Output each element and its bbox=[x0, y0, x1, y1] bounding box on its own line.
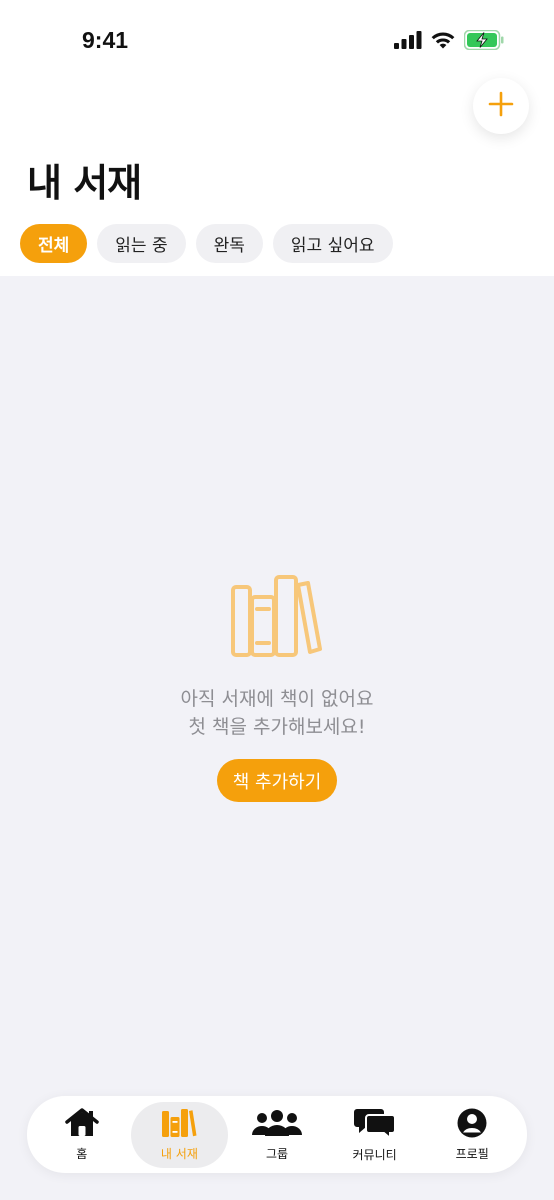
books-icon bbox=[230, 575, 324, 663]
tab-community-label: 커뮤니티 bbox=[352, 1147, 397, 1162]
tab-home[interactable]: 홈 bbox=[33, 1102, 131, 1168]
filter-tab-reading[interactable]: 읽는 중 bbox=[97, 224, 186, 263]
add-book-cta-button[interactable]: 책 추가하기 bbox=[216, 759, 338, 802]
tab-group-label: 그룹 bbox=[265, 1146, 289, 1161]
home-icon bbox=[64, 1107, 100, 1142]
tab-home-label: 홈 bbox=[76, 1146, 88, 1161]
books-icon bbox=[161, 1108, 197, 1142]
plus-icon bbox=[488, 91, 514, 121]
empty-message-line2: 첫 책을 추가해보세요! bbox=[188, 716, 366, 738]
signal-icon bbox=[394, 31, 422, 53]
tab-bar: 홈 내 서재 그룹 커뮤니티 프로필 bbox=[27, 1096, 527, 1173]
filter-tab-all[interactable]: 전체 bbox=[20, 224, 88, 263]
empty-message-line1: 아직 서재에 책이 없어요 bbox=[180, 688, 374, 710]
battery-charging-icon bbox=[463, 29, 504, 54]
empty-state: 아직 서재에 책이 없어요 첫 책을 추가해보세요! 책 추가하기 bbox=[0, 575, 554, 802]
status-icons bbox=[394, 29, 504, 54]
page-title: 내 서재 bbox=[27, 161, 142, 205]
profile-icon bbox=[457, 1108, 487, 1142]
wifi-icon bbox=[430, 31, 456, 54]
tab-group[interactable]: 그룹 bbox=[228, 1102, 326, 1168]
people-icon bbox=[250, 1108, 304, 1142]
tab-my-library-label: 내 서재 bbox=[160, 1146, 198, 1161]
filter-tab-finished[interactable]: 완독 bbox=[195, 224, 263, 263]
filter-tabs: 전체 읽는 중 완독 읽고 싶어요 bbox=[20, 224, 393, 263]
add-book-button[interactable] bbox=[473, 78, 529, 134]
status-bar: 9:41 bbox=[0, 0, 554, 80]
header-area: 9:41 내 서재 전체 읽는 중 완독 읽고 싶어요 bbox=[0, 0, 554, 276]
status-time: 9:41 bbox=[82, 27, 129, 53]
filter-tab-want-to-read[interactable]: 읽고 싶어요 bbox=[272, 224, 393, 263]
tab-community[interactable]: 커뮤니티 bbox=[326, 1102, 424, 1168]
tab-profile[interactable]: 프로필 bbox=[423, 1102, 521, 1168]
tab-profile-label: 프로필 bbox=[455, 1146, 489, 1161]
chat-bubbles-icon bbox=[353, 1107, 396, 1143]
tab-my-library[interactable]: 내 서재 bbox=[130, 1101, 229, 1168]
